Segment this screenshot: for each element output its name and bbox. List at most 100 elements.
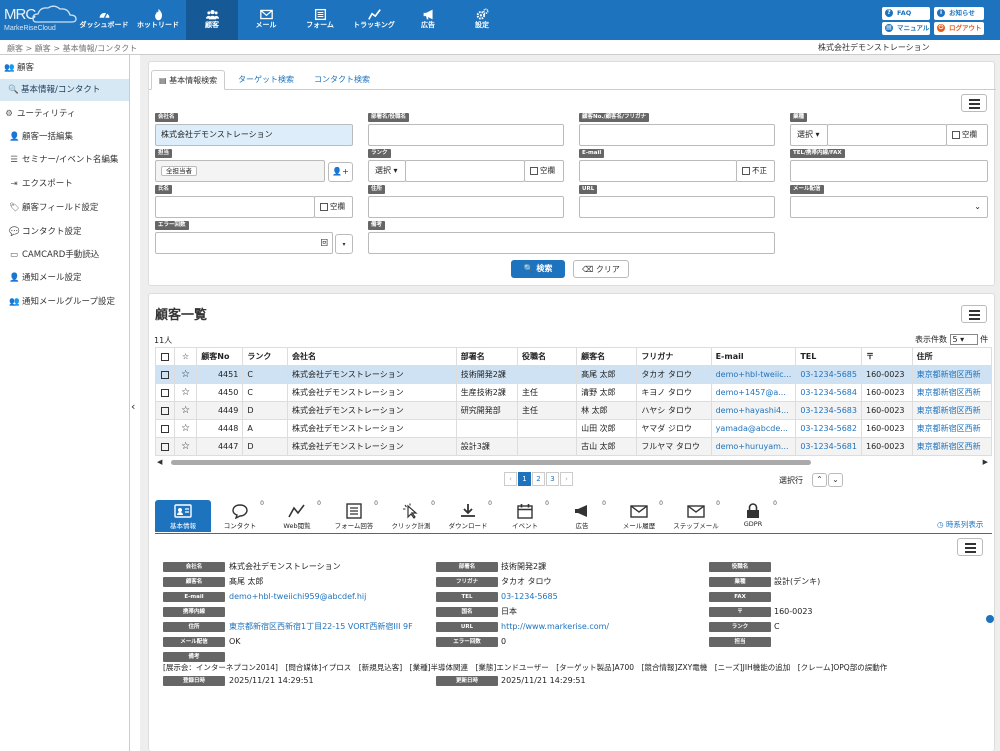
table-row[interactable]: ☆ 4448 A 株式会社デモンストレーション 山田 次郎 ヤマダ ジロウ yamada@a… xyxy=(155,419,993,438)
row-checkbox[interactable] xyxy=(155,383,175,402)
search-button[interactable]: 🔍 検索 xyxy=(511,260,565,278)
sidebar-item-field-settings[interactable]: 🏷 顧客フィールド設定 xyxy=(0,197,129,219)
detail-value-tel[interactable]: 03-1234-5685 xyxy=(501,592,558,602)
dept-input[interactable] xyxy=(368,124,564,146)
checkbox[interactable] xyxy=(530,167,538,175)
col-title[interactable]: 役職名 xyxy=(516,347,578,366)
collapse-sidebar-icon[interactable]: ‹ xyxy=(131,400,135,413)
nav-dashboard[interactable]: ダッシュボード xyxy=(78,0,130,40)
detail-tab[interactable]: ダウンロード 0 xyxy=(440,500,496,532)
per-page-select[interactable]: 5 ▾ xyxy=(949,334,978,345)
errors-input[interactable]: 回 xyxy=(155,232,333,254)
logout-button[interactable]: ⏻ ログアウト xyxy=(934,22,984,35)
scroll-right-icon[interactable]: ▶ xyxy=(983,458,988,466)
cell-tel[interactable]: 03-1234-5685 xyxy=(795,365,862,384)
checkbox[interactable] xyxy=(742,167,750,175)
detail-tab[interactable]: クリック計測 0 xyxy=(383,500,439,532)
add-owner-button[interactable]: 👤+ xyxy=(328,162,353,182)
url-input[interactable] xyxy=(579,196,775,218)
timeline-link[interactable]: ◷ 時系列表示 xyxy=(937,519,983,530)
cell-email[interactable]: yamada@abcde... xyxy=(710,419,797,438)
star-icon[interactable]: ☆ xyxy=(173,437,198,456)
cell-tel[interactable]: 03-1234-5684 xyxy=(795,383,862,402)
table-row[interactable]: ☆ 4449 D 株式会社デモンストレーション 研究開発部 主任林 太郎 ハヤシ タロウ de… xyxy=(155,401,993,420)
row-up-button[interactable]: ⌃ xyxy=(812,473,827,487)
checkbox[interactable] xyxy=(160,424,169,433)
detail-value-addr[interactable]: 東京都新宿区西新宿1丁目22-15 VORT西新宿III 9F xyxy=(229,622,413,632)
nav-tracking[interactable]: トラッキング xyxy=(348,0,400,40)
nav-hotlead[interactable]: ホットリード xyxy=(130,0,186,40)
star-icon[interactable]: ☆ xyxy=(173,401,198,420)
tab-target-search[interactable]: ターゲット検索 xyxy=(231,70,301,90)
address-input[interactable] xyxy=(368,196,564,218)
nav-settings[interactable]: 設定 xyxy=(456,0,508,40)
table-row[interactable]: ☆ 4451 C 株式会社デモンストレーション 技術開発2課 髙尾 太郎 タカオ タロウ de… xyxy=(155,365,993,384)
col-name[interactable]: 顧客名 xyxy=(576,347,638,366)
col-dept[interactable]: 部署名 xyxy=(455,347,519,366)
row-checkbox[interactable] xyxy=(155,401,175,420)
scroll-indicator[interactable] xyxy=(986,615,994,623)
col-address[interactable]: 住所 xyxy=(911,347,993,366)
col-no[interactable]: 顧客No xyxy=(196,347,244,366)
name-blank[interactable]: 空欄 xyxy=(314,196,353,218)
tab-contact-search[interactable]: コンタクト検索 xyxy=(307,70,377,90)
checkbox[interactable] xyxy=(160,388,169,397)
cell-email[interactable]: demo+hbl-tweiic... xyxy=(710,365,797,384)
cell-address[interactable]: 東京都新宿区西新 xyxy=(911,401,993,420)
select-all[interactable] xyxy=(155,347,175,366)
cell-address[interactable]: 東京都新宿区西新 xyxy=(911,365,993,384)
page-button[interactable]: 3 xyxy=(546,472,559,486)
nav-form[interactable]: フォーム xyxy=(294,0,346,40)
detail-tab[interactable]: メール履歴 0 xyxy=(611,500,667,532)
row-checkbox[interactable] xyxy=(155,365,175,384)
checkbox[interactable] xyxy=(160,442,169,451)
detail-value-email[interactable]: demo+hbl-tweiichi959@abcdef.hij xyxy=(229,592,366,602)
industry-blank[interactable]: 空欄 xyxy=(946,124,988,146)
detail-tab[interactable]: 広告 0 xyxy=(554,500,610,532)
rank-select[interactable]: 選択 ▾ xyxy=(368,160,406,182)
name-input[interactable] xyxy=(155,196,315,218)
checkbox[interactable] xyxy=(320,203,328,211)
cell-tel[interactable]: 03-1234-5683 xyxy=(795,401,862,420)
manual-button[interactable]: ▤ マニュアル xyxy=(882,22,930,35)
col-email[interactable]: E-mail xyxy=(710,347,797,366)
next-page-button[interactable]: › xyxy=(560,472,573,486)
nav-mail[interactable]: メール xyxy=(240,0,292,40)
row-checkbox[interactable] xyxy=(155,419,175,438)
email-invalid[interactable]: 不正 xyxy=(736,160,775,182)
nav-customer[interactable]: 顧客 xyxy=(186,0,238,40)
table-row[interactable]: ☆ 4450 C 株式会社デモンストレーション 生産技術2課 主任 清野 太郎 キヨノ タロウ… xyxy=(155,383,993,402)
breadcrumb[interactable]: 顧客 > 顧客 > 基本情報/コンタクト xyxy=(7,43,137,54)
sidebar-item-basic-info[interactable]: 🔍 基本情報/コンタクト xyxy=(0,79,129,101)
page-button[interactable]: 2 xyxy=(532,472,545,486)
sidebar-item-bulk-edit[interactable]: 👤 顧客一括編集 xyxy=(0,126,129,148)
scroll-left-icon[interactable]: ◀ xyxy=(157,458,162,466)
table-row[interactable]: ☆ 4447 D 株式会社デモンストレーション 設計3課 古山 太郎 フルヤマ タロウ dem… xyxy=(155,437,993,456)
checkbox[interactable] xyxy=(160,352,169,361)
sidebar-item-seminar-edit[interactable]: ☰ セミナー/イベント名編集 xyxy=(0,149,129,171)
rank-input[interactable] xyxy=(405,160,525,182)
sidebar-item-export[interactable]: ⇥ エクスポート xyxy=(0,173,129,195)
scrollbar-thumb[interactable] xyxy=(171,460,811,465)
cell-tel[interactable]: 03-1234-5682 xyxy=(795,419,862,438)
row-checkbox[interactable] xyxy=(155,437,175,456)
col-rank[interactable]: ランク xyxy=(242,347,289,366)
star-icon[interactable]: ☆ xyxy=(173,419,198,438)
cell-address[interactable]: 東京都新宿区西新 xyxy=(911,383,993,402)
sidebar-item-contact-settings[interactable]: 💬 コンタクト設定 xyxy=(0,221,129,243)
logo[interactable]: MRC MarkeRiseCloud xyxy=(2,4,78,36)
industry-input[interactable] xyxy=(827,124,947,146)
cell-email[interactable]: demo+hayashi4... xyxy=(710,401,797,420)
page-button[interactable]: 1 xyxy=(518,472,531,486)
errors-dropdown[interactable]: ▾ xyxy=(335,234,353,254)
email-input[interactable] xyxy=(579,160,737,182)
star-icon[interactable]: ☆ xyxy=(173,365,198,384)
horizontal-scrollbar[interactable]: ◀ ▶ xyxy=(157,458,988,467)
cell-email[interactable]: demo+1457@a... xyxy=(710,383,797,402)
row-down-button[interactable]: ⌄ xyxy=(828,473,843,487)
checkbox[interactable] xyxy=(160,370,169,379)
telfax-input[interactable] xyxy=(790,160,988,182)
faq-button[interactable]: ? FAQ xyxy=(882,7,930,20)
sidebar-section-customer[interactable]: 👥 顧客 xyxy=(0,57,129,79)
rank-blank[interactable]: 空欄 xyxy=(524,160,564,182)
